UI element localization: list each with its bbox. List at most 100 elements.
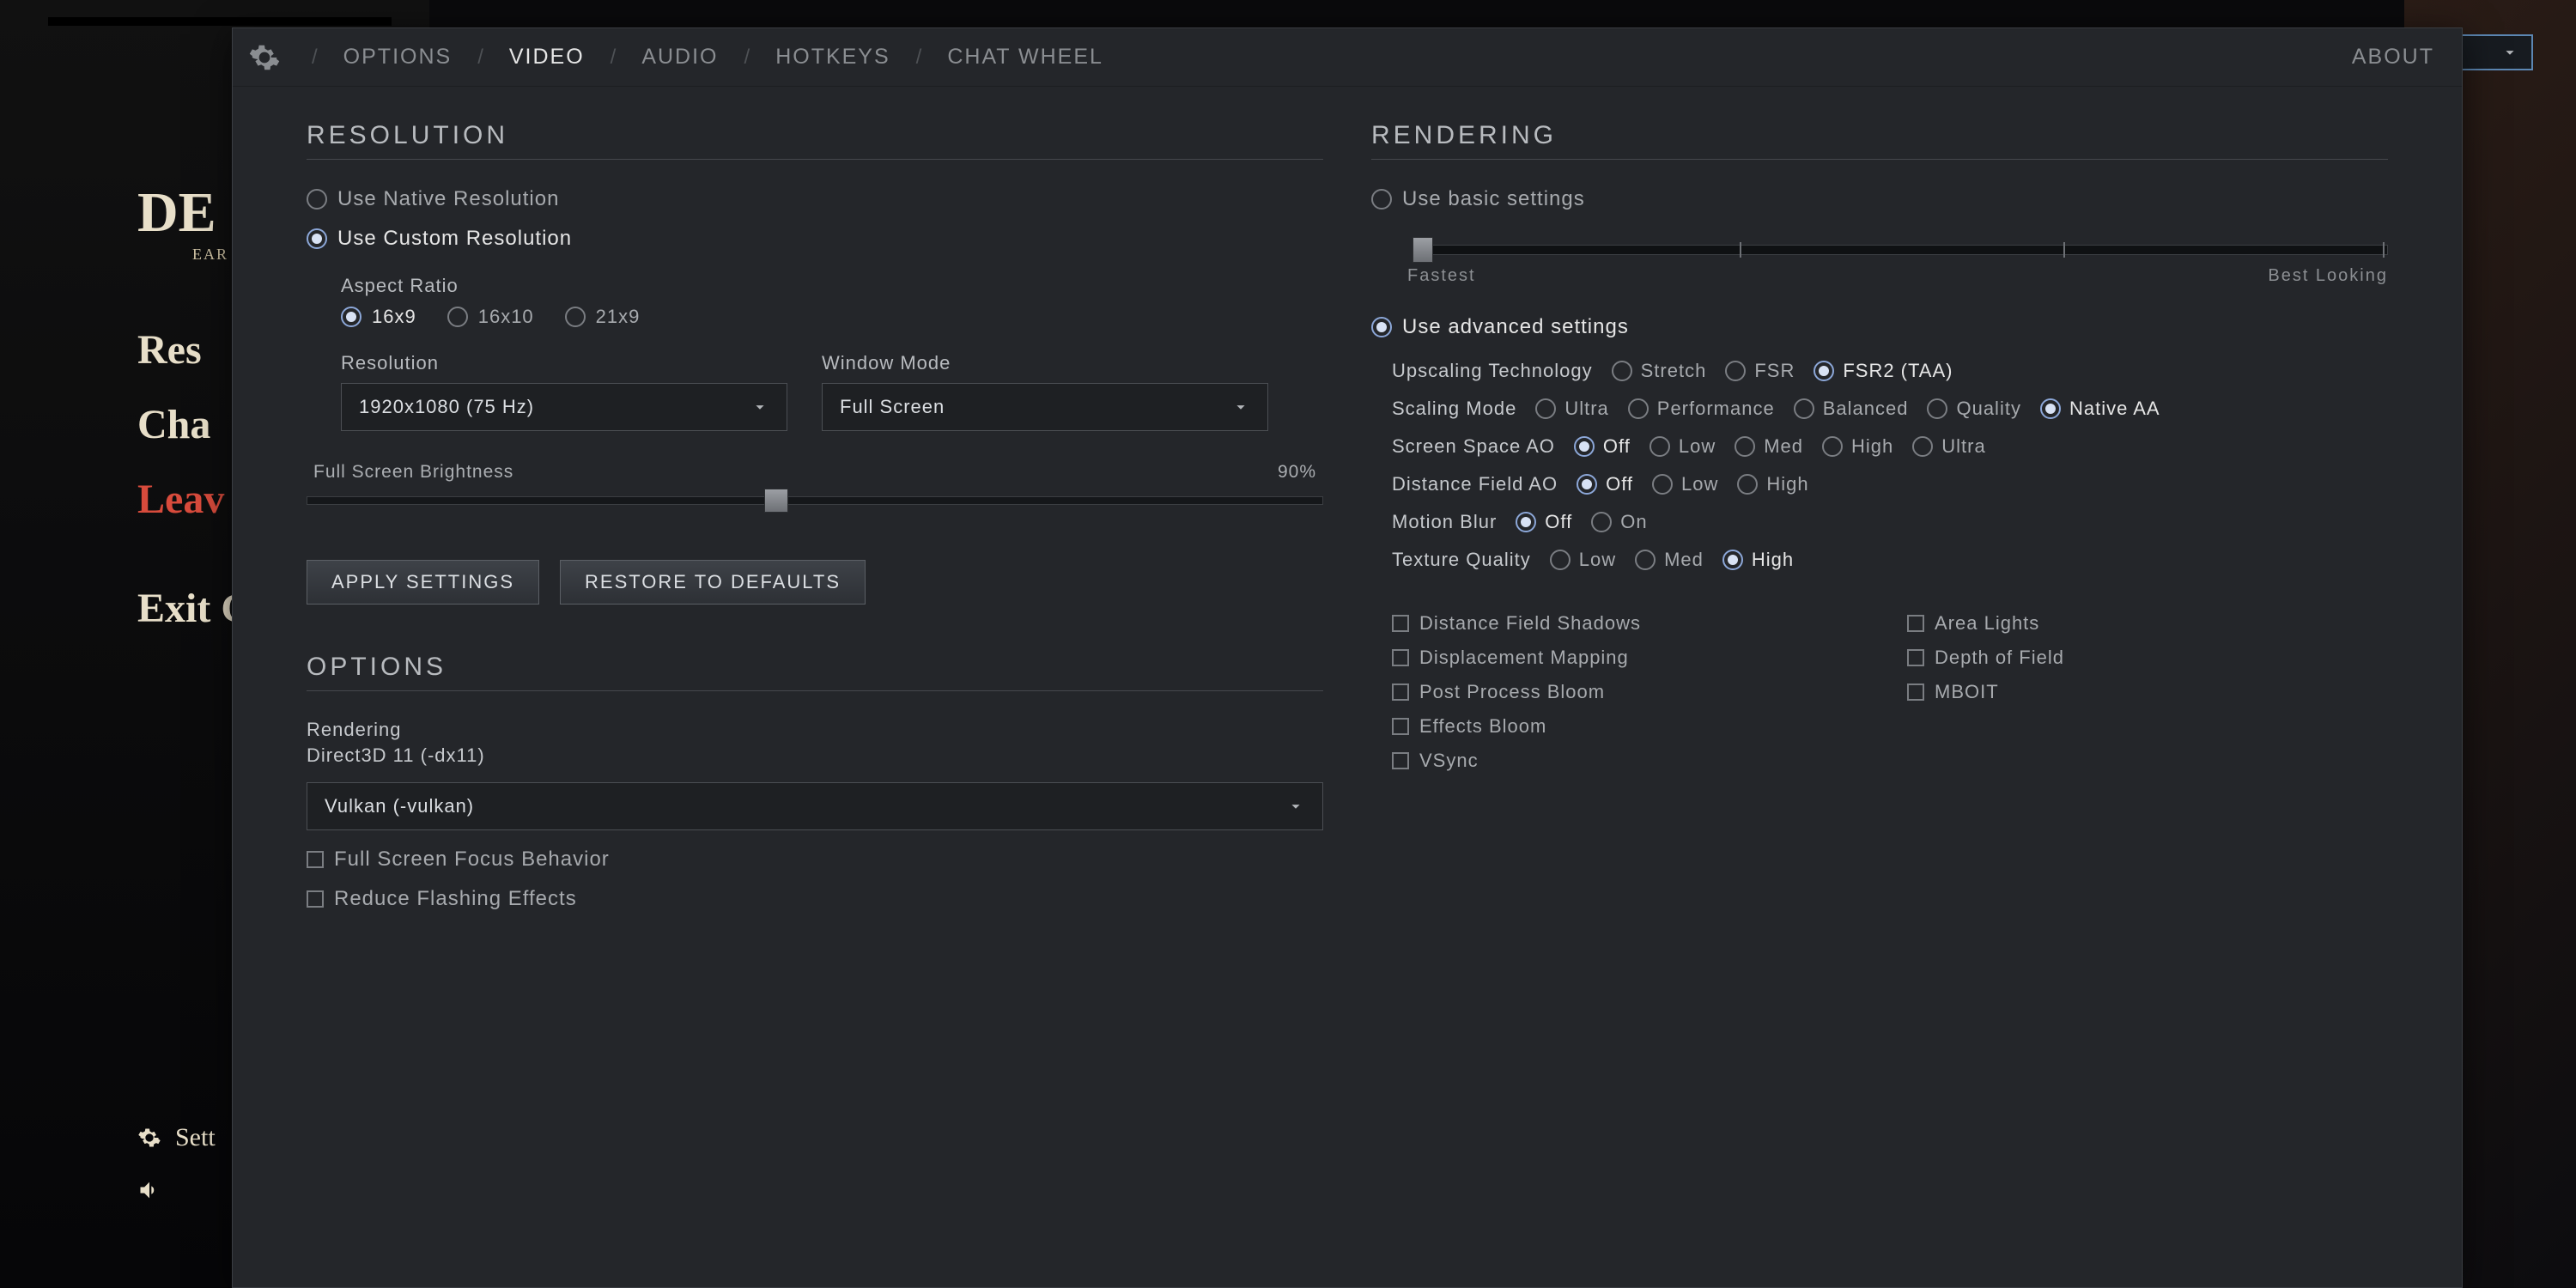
radio-aspect-21x9[interactable]: 21x9	[565, 306, 641, 328]
radio-label: Med	[1664, 549, 1704, 571]
checkbox-icon	[307, 890, 324, 908]
tab-about[interactable]: ABOUT	[2345, 45, 2441, 70]
check-post-process-bloom[interactable]: Post Process Bloom	[1392, 681, 1873, 703]
radio-dfao-low[interactable]: Low	[1652, 473, 1718, 495]
restore-defaults-button[interactable]: RESTORE TO DEFAULTS	[560, 560, 866, 605]
tab-hotkeys[interactable]: HOTKEYS	[769, 45, 896, 70]
radio-label: High	[1851, 435, 1893, 458]
radio-icon	[1371, 189, 1392, 210]
radio-ssao-ultra[interactable]: Ultra	[1912, 435, 1985, 458]
radio-icon	[447, 307, 468, 327]
window-mode-dropdown[interactable]: Full Screen	[822, 383, 1268, 431]
dropdown-value: Vulkan (-vulkan)	[325, 795, 474, 817]
radio-scaling-performance[interactable]: Performance	[1628, 398, 1775, 420]
radio-icon	[2040, 398, 2061, 419]
radio-scaling-balanced[interactable]: Balanced	[1794, 398, 1909, 420]
rendering-api-dropdown[interactable]: Vulkan (-vulkan)	[307, 782, 1323, 830]
radio-upscaling-fsr2[interactable]: FSR2 (TAA)	[1814, 360, 1953, 382]
radio-label: Balanced	[1823, 398, 1909, 420]
resolution-dropdown[interactable]: 1920x1080 (75 Hz)	[341, 383, 787, 431]
radio-ssao-low[interactable]: Low	[1649, 435, 1716, 458]
radio-ssao-off[interactable]: Off	[1574, 435, 1631, 458]
radio-icon	[1912, 436, 1933, 457]
radio-scaling-quality[interactable]: Quality	[1927, 398, 2020, 420]
radio-icon	[1577, 474, 1597, 495]
radio-icon	[1814, 361, 1834, 381]
slider-thumb[interactable]	[1413, 237, 1433, 263]
sidebar-volume-link[interactable]	[137, 1178, 216, 1202]
tab-options[interactable]: OPTIONS	[337, 45, 459, 70]
section-rendering: RENDERING	[1371, 121, 2388, 160]
check-label: Reduce Flashing Effects	[334, 887, 577, 911]
slider-thumb[interactable]	[764, 489, 788, 513]
radio-aspect-16x10[interactable]: 16x10	[447, 306, 534, 328]
radio-ssao-high[interactable]: High	[1822, 435, 1893, 458]
check-label: Post Process Bloom	[1419, 681, 1605, 703]
chevron-down-icon	[750, 398, 769, 416]
check-vsync[interactable]: VSync	[1392, 750, 1873, 772]
check-fs-focus[interactable]: Full Screen Focus Behavior	[307, 848, 1323, 872]
tab-video[interactable]: VIDEO	[502, 45, 592, 70]
radio-upscaling-stretch[interactable]: Stretch	[1612, 360, 1707, 382]
check-effects-bloom[interactable]: Effects Bloom	[1392, 715, 1873, 738]
slider-tick	[2063, 242, 2065, 258]
radio-tex-high[interactable]: High	[1722, 549, 1794, 571]
radio-mblur-off[interactable]: Off	[1516, 511, 1572, 533]
radio-dfao-off[interactable]: Off	[1577, 473, 1633, 495]
radio-label: High	[1766, 473, 1808, 495]
radio-use-native[interactable]: Use Native Resolution	[307, 187, 1323, 211]
check-mboit[interactable]: MBOIT	[1907, 681, 2388, 703]
gear-icon[interactable]	[248, 41, 281, 74]
apply-settings-button[interactable]: APPLY SETTINGS	[307, 560, 539, 605]
radio-upscaling-fsr[interactable]: FSR	[1725, 360, 1795, 382]
check-label: Displacement Mapping	[1419, 647, 1629, 669]
section-options: OPTIONS	[307, 653, 1323, 691]
radio-scaling-ultra[interactable]: Ultra	[1535, 398, 1608, 420]
radio-tex-med[interactable]: Med	[1635, 549, 1704, 571]
radio-use-basic[interactable]: Use basic settings	[1371, 187, 2388, 211]
check-distance-field-shadows[interactable]: Distance Field Shadows	[1392, 612, 1873, 635]
sidebar-settings-link[interactable]: Sett	[137, 1123, 216, 1152]
radio-icon	[1612, 361, 1632, 381]
radio-label: Performance	[1657, 398, 1775, 420]
radio-icon	[1735, 436, 1755, 457]
radio-scaling-native[interactable]: Native AA	[2040, 398, 2160, 420]
checkbox-icon	[1392, 752, 1409, 769]
tab-audio[interactable]: AUDIO	[635, 45, 725, 70]
chevron-down-icon	[1231, 398, 1250, 416]
radio-label: Native AA	[2069, 398, 2160, 420]
radio-ssao-med[interactable]: Med	[1735, 435, 1803, 458]
radio-icon	[1822, 436, 1843, 457]
motion-blur-label: Motion Blur	[1392, 511, 1497, 533]
radio-tex-low[interactable]: Low	[1550, 549, 1616, 571]
brightness-value: 90%	[1278, 462, 1316, 483]
check-reduce-flash[interactable]: Reduce Flashing Effects	[307, 887, 1323, 911]
radio-icon	[1652, 474, 1673, 495]
volume-icon	[137, 1178, 161, 1202]
radio-label: Use advanced settings	[1402, 315, 1629, 339]
slider-label-left: Fastest	[1407, 266, 1476, 286]
upscaling-label: Upscaling Technology	[1392, 360, 1593, 382]
radio-icon	[1371, 317, 1392, 337]
check-depth-of-field[interactable]: Depth of Field	[1907, 647, 2388, 669]
radio-use-custom[interactable]: Use Custom Resolution	[307, 227, 1323, 251]
check-label: Distance Field Shadows	[1419, 612, 1641, 635]
radio-dfao-high[interactable]: High	[1737, 473, 1808, 495]
basic-quality-slider[interactable]	[1406, 237, 2388, 261]
radio-mblur-on[interactable]: On	[1591, 511, 1647, 533]
tab-chatwheel[interactable]: CHAT WHEEL	[940, 45, 1110, 70]
tab-separator: /	[465, 46, 495, 70]
checkbox-icon	[1392, 615, 1409, 632]
game-logo-sub: EAR	[192, 246, 228, 264]
brightness-slider[interactable]	[307, 491, 1323, 508]
background-meter	[48, 17, 392, 26]
radio-use-advanced[interactable]: Use advanced settings	[1371, 315, 2388, 339]
check-label: Depth of Field	[1935, 647, 2064, 669]
slider-track	[307, 496, 1323, 505]
check-displacement-mapping[interactable]: Displacement Mapping	[1392, 647, 1873, 669]
radio-aspect-16x9[interactable]: 16x9	[341, 306, 416, 328]
radio-label: High	[1752, 549, 1794, 571]
aspect-ratio-label: Aspect Ratio	[341, 275, 1323, 297]
radio-icon	[1516, 512, 1536, 532]
check-area-lights[interactable]: Area Lights	[1907, 612, 2388, 635]
